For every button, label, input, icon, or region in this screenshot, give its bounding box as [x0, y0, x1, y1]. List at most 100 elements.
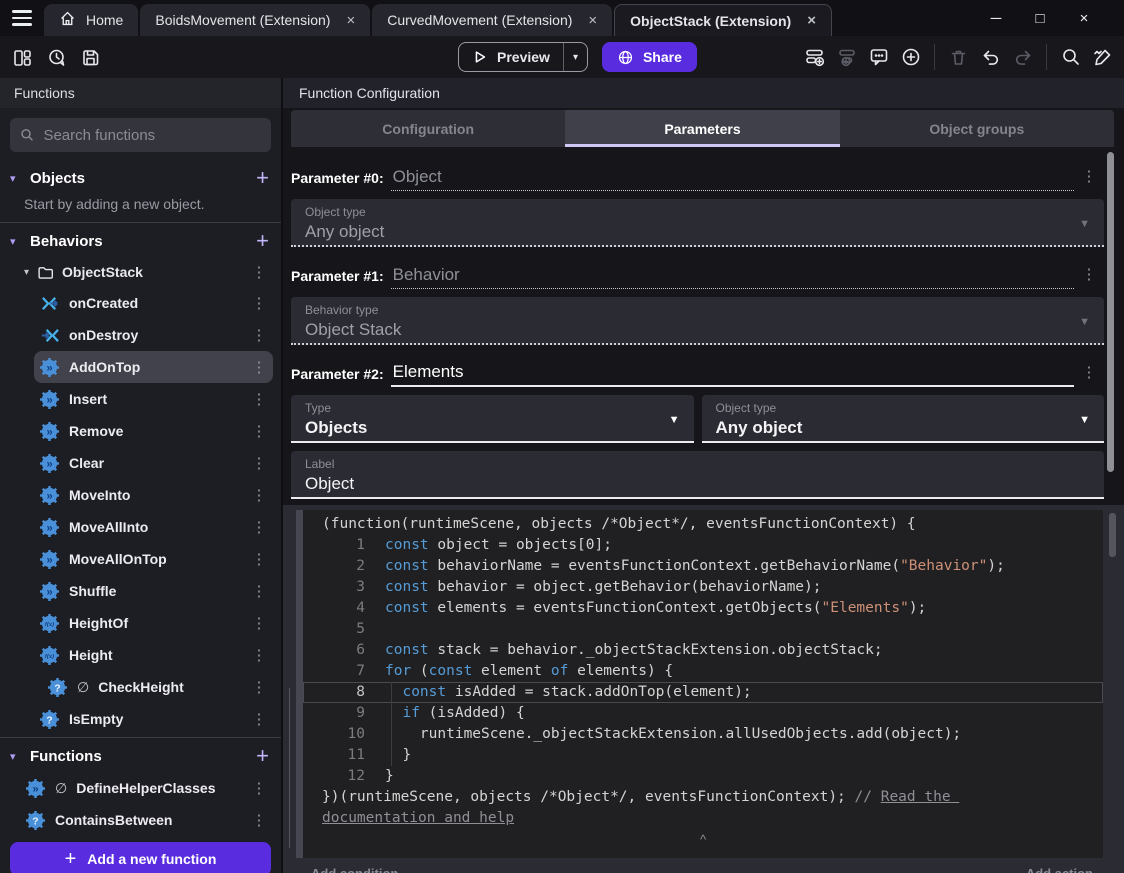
section-behaviors[interactable]: ▾ Behaviors +	[0, 225, 281, 257]
close-tab-icon[interactable]: ×	[346, 12, 355, 29]
preview-dropdown-icon[interactable]: ▾	[564, 52, 587, 63]
code-line[interactable]: 6 const stack = behavior._objectStackExte…	[303, 640, 1103, 661]
edit-function-icon[interactable]	[1089, 44, 1116, 71]
parameter-2-object-type-select[interactable]: Object type Any object ▼	[701, 395, 1104, 443]
behavior-folder-objectstack[interactable]: ▾ ObjectStack ⋮	[0, 257, 281, 287]
kebab-menu-icon[interactable]: ⋮	[251, 263, 267, 281]
kebab-menu-icon[interactable]: ⋮	[251, 678, 267, 696]
function-item-addontop[interactable]: » AddOnTop ⋮	[34, 351, 273, 383]
tab-configuration[interactable]: Configuration	[291, 110, 565, 147]
code-line[interactable]: 11 }	[303, 745, 1103, 766]
function-item-heightof[interactable]: f(x) HeightOf ⋮	[34, 607, 273, 639]
parameter-2-label-input[interactable]: Label Object	[291, 451, 1104, 499]
kebab-menu-icon[interactable]: ⋮	[251, 710, 267, 728]
function-item-containsbetween[interactable]: ? ContainsBetween ⋮	[20, 804, 273, 836]
events-scrollbar[interactable]	[1109, 513, 1116, 557]
kebab-menu-icon[interactable]: ⋮	[1074, 265, 1104, 289]
save-icon[interactable]	[77, 44, 104, 71]
add-new-function-button[interactable]: + Add a new function	[10, 842, 271, 873]
maximize-icon[interactable]: □	[1018, 10, 1062, 27]
chevron-down-icon[interactable]: ▾	[10, 750, 22, 763]
kebab-menu-icon[interactable]: ⋮	[251, 486, 267, 504]
tab-curvedmovement[interactable]: CurvedMovement (Extension) ×	[372, 4, 613, 36]
kebab-menu-icon[interactable]: ⋮	[251, 358, 267, 376]
kebab-menu-icon[interactable]: ⋮	[251, 390, 267, 408]
code-line[interactable]: 9 if (isAdded) {	[303, 703, 1103, 724]
kebab-menu-icon[interactable]: ⋮	[251, 294, 267, 312]
panels-layout-icon[interactable]	[9, 44, 36, 71]
kebab-menu-icon[interactable]: ⋮	[251, 550, 267, 568]
kebab-menu-icon[interactable]: ⋮	[251, 646, 267, 664]
parameters-scrollbar[interactable]	[1107, 152, 1114, 472]
chevron-down-icon[interactable]: ▾	[10, 172, 22, 185]
function-item-moveallinto[interactable]: » MoveAllInto ⋮	[34, 511, 273, 543]
parameter-0-name-field[interactable]: Object	[390, 167, 1074, 191]
kebab-menu-icon[interactable]: ⋮	[251, 779, 267, 797]
minimize-icon[interactable]: ─	[974, 10, 1018, 27]
parameter-2-type-select[interactable]: Type Objects ▼	[291, 395, 694, 443]
kebab-menu-icon[interactable]: ⋮	[251, 326, 267, 344]
close-tab-icon[interactable]: ×	[807, 12, 816, 29]
kebab-menu-icon[interactable]: ⋮	[251, 582, 267, 600]
function-item-height[interactable]: f(x) Height ⋮	[34, 639, 273, 671]
function-item-remove[interactable]: » Remove ⋮	[34, 415, 273, 447]
close-window-icon[interactable]: ×	[1062, 10, 1106, 27]
parameter-1-behavior-type-select[interactable]: Behavior type Object Stack ▼	[291, 297, 1104, 345]
tab-parameters[interactable]: Parameters	[565, 110, 840, 147]
code-line[interactable]: 7 for (const element of elements) {	[303, 661, 1103, 682]
search-functions-input[interactable]	[43, 126, 261, 144]
kebab-menu-icon[interactable]: ⋮	[251, 422, 267, 440]
add-comment-icon[interactable]	[865, 44, 892, 71]
main-menu-button[interactable]	[0, 0, 44, 36]
section-objects[interactable]: ▾ Objects +	[0, 162, 281, 194]
function-item-moveinto[interactable]: » MoveInto ⋮	[34, 479, 273, 511]
history-icon[interactable]	[43, 44, 70, 71]
kebab-menu-icon[interactable]: ⋮	[251, 811, 267, 829]
tab-object-groups[interactable]: Object groups	[840, 110, 1114, 147]
collapse-editor-icon[interactable]: ^	[303, 829, 1103, 849]
add-function-icon[interactable]: +	[256, 745, 269, 767]
search-events-icon[interactable]	[1057, 44, 1084, 71]
function-item-oncreated[interactable]: onCreated ⋮	[34, 287, 273, 319]
code-line[interactable]: 8 const isAdded = stack.addOnTop(element…	[303, 682, 1103, 703]
function-item-moveallontop[interactable]: » MoveAllOnTop ⋮	[34, 543, 273, 575]
preview-button[interactable]: Preview ▾	[458, 42, 588, 72]
kebab-menu-icon[interactable]: ⋮	[251, 614, 267, 632]
function-item-checkheight[interactable]: ? ∅ CheckHeight ⋮	[42, 671, 273, 703]
parameter-2-name-field[interactable]: Elements	[390, 362, 1074, 387]
function-item-ondestroy[interactable]: onDestroy ⋮	[34, 319, 273, 351]
kebab-menu-icon[interactable]: ⋮	[251, 454, 267, 472]
add-behavior-icon[interactable]: +	[256, 230, 269, 252]
code-line[interactable]: 12}	[303, 766, 1103, 787]
share-button[interactable]: Share	[601, 42, 697, 72]
tab-boidsmovement[interactable]: BoidsMovement (Extension) ×	[140, 4, 371, 36]
code-line[interactable]: 10 runtimeScene._objectStackExtension.al…	[303, 724, 1103, 745]
add-event-icon[interactable]	[801, 44, 828, 71]
code-line[interactable]: 2 const behaviorName = eventsFunctionCont…	[303, 556, 1103, 577]
code-line[interactable]: 3 const behavior = object.getBehavior(beh…	[303, 577, 1103, 598]
code-line[interactable]: 4 const elements = eventsFunctionContext.…	[303, 598, 1103, 619]
section-functions[interactable]: ▾ Functions +	[0, 740, 281, 772]
add-action-button[interactable]: Add action	[1026, 866, 1093, 873]
code-wrapper-header[interactable]: (function(runtimeScene, objects /*Object…	[303, 514, 1103, 535]
undo-icon[interactable]	[977, 44, 1004, 71]
parameter-1-name-field[interactable]: Behavior	[390, 265, 1074, 289]
kebab-menu-icon[interactable]: ⋮	[1074, 363, 1104, 387]
kebab-menu-icon[interactable]: ⋮	[251, 518, 267, 536]
chevron-down-icon[interactable]: ▾	[24, 267, 29, 278]
close-tab-icon[interactable]: ×	[588, 12, 597, 29]
function-item-isempty[interactable]: ? IsEmpty ⋮	[34, 703, 273, 735]
function-item-definehelperclasses[interactable]: » ∅ DefineHelperClasses ⋮	[20, 772, 273, 804]
preview-main[interactable]: Preview	[459, 49, 563, 65]
code-block-drag-handle[interactable]	[296, 510, 303, 858]
add-object-icon[interactable]: +	[256, 167, 269, 189]
code-line[interactable]: 5	[303, 619, 1103, 640]
function-item-shuffle[interactable]: » Shuffle ⋮	[34, 575, 273, 607]
add-condition-button[interactable]: Add condition	[311, 866, 398, 873]
parameter-0-object-type-select[interactable]: Object type Any object ▼	[291, 199, 1104, 247]
chevron-down-icon[interactable]: ▾	[10, 235, 22, 248]
function-item-insert[interactable]: » Insert ⋮	[34, 383, 273, 415]
function-item-clear[interactable]: » Clear ⋮	[34, 447, 273, 479]
search-functions-box[interactable]	[10, 118, 271, 152]
js-code-editor[interactable]: (function(runtimeScene, objects /*Object…	[303, 510, 1103, 858]
